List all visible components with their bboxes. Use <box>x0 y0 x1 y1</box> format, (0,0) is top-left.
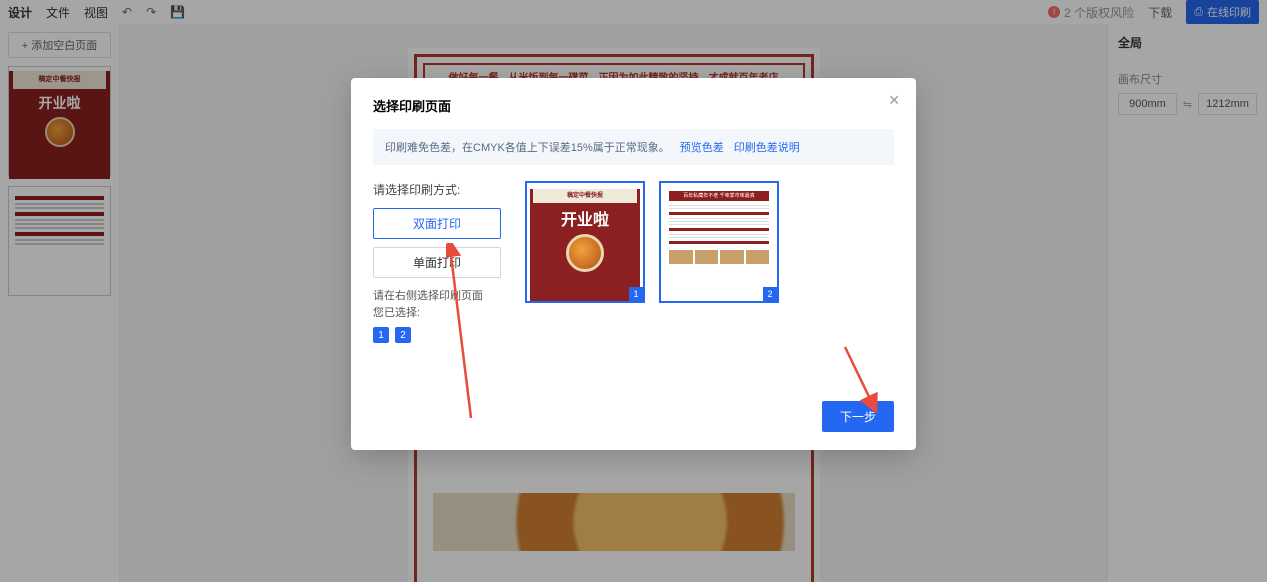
select-hint-1: 请在右侧选择印刷页面 <box>373 288 501 305</box>
print-method-label: 请选择印刷方式: <box>373 181 501 198</box>
selected-page-chip-2[interactable]: 2 <box>395 327 411 343</box>
duplex-print-button[interactable]: 双面打印 <box>373 208 501 239</box>
selected-page-chip-1[interactable]: 1 <box>373 327 389 343</box>
modal-overlay: 选择印刷页面 ✕ 印刷难免色差，在CMYK各值上下误差15%属于正常现象。 预览… <box>0 0 1267 582</box>
modal-close-button[interactable]: ✕ <box>888 92 900 109</box>
preview1-image <box>566 234 604 272</box>
color-notice: 印刷难免色差，在CMYK各值上下误差15%属于正常现象。 预览色差 印刷色差说明 <box>373 129 894 165</box>
print-diff-link[interactable]: 印刷色差说明 <box>734 139 800 155</box>
select-hint-2: 您已选择: <box>373 305 501 322</box>
preview1-badge: 1 <box>629 287 643 301</box>
preview2-header: 百年私藏年不老 千味季市味最真 <box>669 191 769 201</box>
preview-page-1[interactable]: 稿定中餐快报 开业啦 1 <box>525 181 645 303</box>
preview1-header: 稿定中餐快报 <box>533 189 637 203</box>
print-pages-modal: 选择印刷页面 ✕ 印刷难免色差，在CMYK各值上下误差15%属于正常现象。 预览… <box>351 78 916 450</box>
notice-text: 印刷难免色差，在CMYK各值上下误差15%属于正常现象。 <box>385 139 670 155</box>
next-step-button[interactable]: 下一步 <box>822 401 894 432</box>
preview-diff-link[interactable]: 预览色差 <box>680 139 724 155</box>
modal-title: 选择印刷页面 <box>373 96 894 115</box>
preview-page-2[interactable]: 百年私藏年不老 千味季市味最真 2 <box>659 181 779 303</box>
preview1-title: 开业啦 <box>530 206 640 230</box>
preview2-badge: 2 <box>763 287 777 301</box>
single-print-button[interactable]: 单面打印 <box>373 247 501 278</box>
